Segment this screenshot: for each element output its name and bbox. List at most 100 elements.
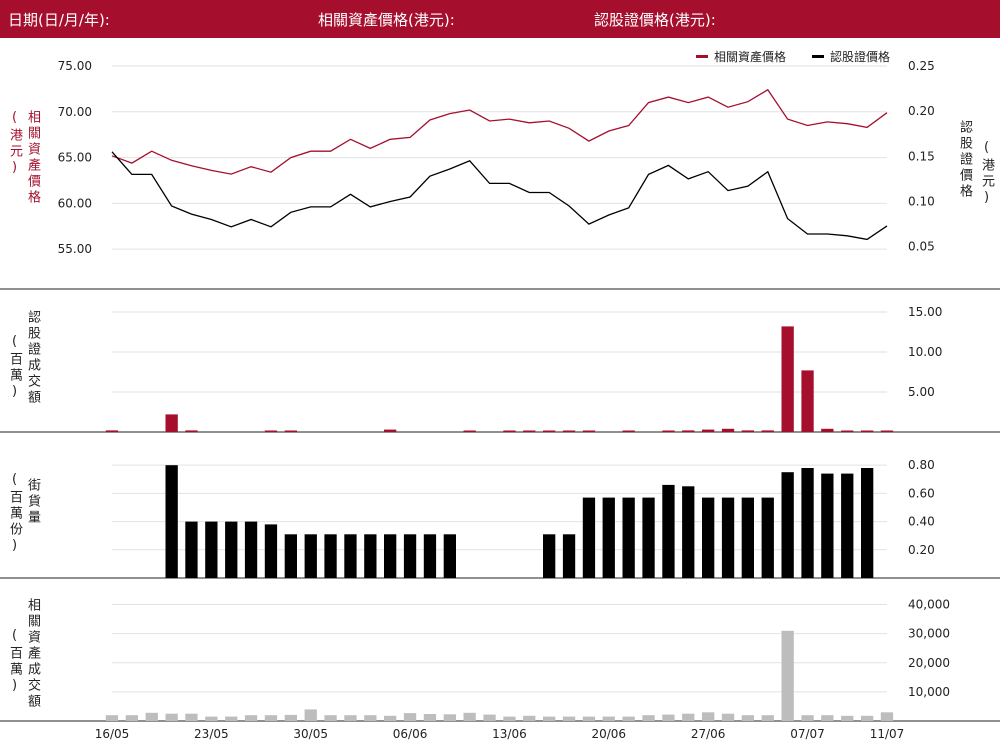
asset-turnover-tick-label: 40,000: [908, 598, 950, 612]
asset-turnover-tick-label: 10,000: [908, 685, 950, 699]
outstanding-bar: [364, 534, 377, 578]
outstanding-bar: [384, 534, 397, 578]
price-left-tick-label: 75.00: [58, 59, 92, 73]
asset-turnover-bar: [503, 716, 516, 721]
asset-turnover-bar: [244, 715, 258, 721]
warrant-turnover-bar: [741, 430, 754, 432]
asset-turnover-bar: [125, 715, 138, 721]
asset-turnover-bar: [702, 712, 715, 721]
warrant-turnover-bar: [721, 428, 735, 432]
outstanding-bar: [841, 473, 854, 578]
asset-turnover-bar: [721, 713, 735, 721]
outstanding-bar: [662, 484, 675, 578]
warrant-turnover-bar: [821, 428, 834, 432]
warrant-turnover-tick-label: 5.00: [908, 385, 935, 399]
asset-turnover-bar: [483, 714, 496, 721]
warrant-turnover-bar: [781, 326, 794, 432]
warrant-price-line: [111, 151, 888, 241]
price-right-tick-label: 0.10: [908, 194, 935, 208]
asset-turnover-bar: [523, 715, 536, 721]
outstanding-bar: [602, 497, 615, 578]
outstanding-bar: [861, 468, 874, 578]
outstanding-tick-label: 0.20: [908, 543, 935, 557]
outstanding-tick-label: 0.40: [908, 515, 935, 529]
outstanding-bar: [582, 497, 596, 578]
price-left-tick-label: 65.00: [58, 151, 92, 165]
outstanding-bar: [324, 534, 337, 578]
outstanding-bar: [205, 521, 218, 578]
outstanding-bar: [543, 534, 556, 578]
asset-turnover-bar: [165, 713, 178, 721]
price-right-tick-label: 0.25: [908, 59, 935, 73]
outstanding-bar: [443, 534, 456, 578]
outstanding-bar: [801, 468, 814, 578]
warrant-turnover-bar: [861, 430, 874, 432]
outstanding-bar: [682, 486, 695, 578]
asset-turnover-bar: [582, 716, 596, 721]
warrant-turnover-bar: [682, 430, 695, 432]
warrant-turnover-bar: [582, 430, 596, 432]
outstanding-bar: [403, 534, 417, 578]
outstanding-bar: [423, 534, 437, 578]
asset-turnover-bar: [284, 714, 297, 721]
asset-turnover-bar: [861, 715, 874, 721]
price-left-tick-label: 70.00: [58, 105, 92, 119]
price-left-tick-label: 55.00: [58, 242, 92, 256]
price-right-tick-label: 0.05: [908, 240, 935, 254]
warrant-turnover-bar: [523, 430, 536, 432]
asset-turnover-bar: [821, 715, 834, 721]
asset-turnover-bar: [543, 716, 556, 721]
price-right-tick-label: 0.20: [908, 104, 935, 118]
outstanding-bar: [702, 497, 715, 578]
outstanding-bar: [821, 473, 834, 578]
chart-canvas: 75.00 70.00 65.00 60.00 55.00 0.25 0.20 0.15 0.1…: [0, 59, 1000, 741]
asset-turnover-bar: [364, 715, 377, 721]
asset-turnover-bar: [264, 715, 278, 721]
asset-turnover-bar: [205, 716, 218, 721]
outstanding-bar: [562, 534, 576, 578]
outstanding-bar: [264, 524, 278, 578]
warrant-turnover-bar: [165, 414, 178, 432]
warrant-turnover-bar: [284, 430, 297, 432]
asset-turnover-bar: [463, 712, 476, 721]
warrant-turnover-bar: [880, 430, 894, 432]
asset-turnover-bar: [423, 714, 437, 721]
outstanding-bar: [761, 497, 774, 578]
asset-turnover-bar: [682, 713, 695, 721]
warrant-turnover-bar: [662, 430, 675, 432]
warrant-turnover-bar: [761, 430, 774, 432]
asset-price-line: [111, 88, 888, 175]
asset-turnover-bar: [185, 713, 198, 721]
outstanding-bar: [642, 497, 655, 578]
asset-turnover-bar: [841, 715, 854, 721]
asset-turnover-bar: [344, 715, 357, 721]
warrant-turnover-bar: [801, 370, 814, 432]
warrant-turnover-bar: [105, 430, 119, 432]
asset-turnover-bar: [145, 712, 158, 721]
x-tick-label: 30/05: [293, 727, 328, 741]
asset-turnover-bar: [403, 713, 417, 721]
asset-turnover-bar: [105, 715, 119, 721]
outstanding-tick-label: 0.80: [908, 458, 935, 472]
x-tick-label: 27/06: [691, 727, 726, 741]
asset-turnover-bar: [443, 714, 456, 721]
outstanding-bar: [721, 497, 735, 578]
asset-turnover-tick-label: 30,000: [908, 627, 950, 641]
warrant-turnover-bar: [384, 429, 397, 432]
x-tick-label: 07/07: [790, 727, 825, 741]
asset-turnover-bar: [384, 715, 397, 721]
asset-turnover-bar: [662, 714, 675, 721]
x-tick-label: 11/07: [870, 727, 905, 741]
outstanding-bar: [185, 521, 198, 578]
outstanding-bar: [225, 521, 238, 578]
x-tick-label: 13/06: [492, 727, 527, 741]
outstanding-bar: [165, 465, 178, 578]
warrant-turnover-bar: [562, 430, 576, 432]
asset-turnover-bar: [304, 709, 317, 721]
outstanding-tick-label: 0.60: [908, 486, 935, 500]
asset-turnover-bar: [622, 716, 635, 721]
warrant-turnover-bar: [543, 430, 556, 432]
x-tick-label: 20/06: [591, 727, 626, 741]
x-tick-label: 23/05: [194, 727, 229, 741]
asset-turnover-bar: [602, 716, 615, 721]
